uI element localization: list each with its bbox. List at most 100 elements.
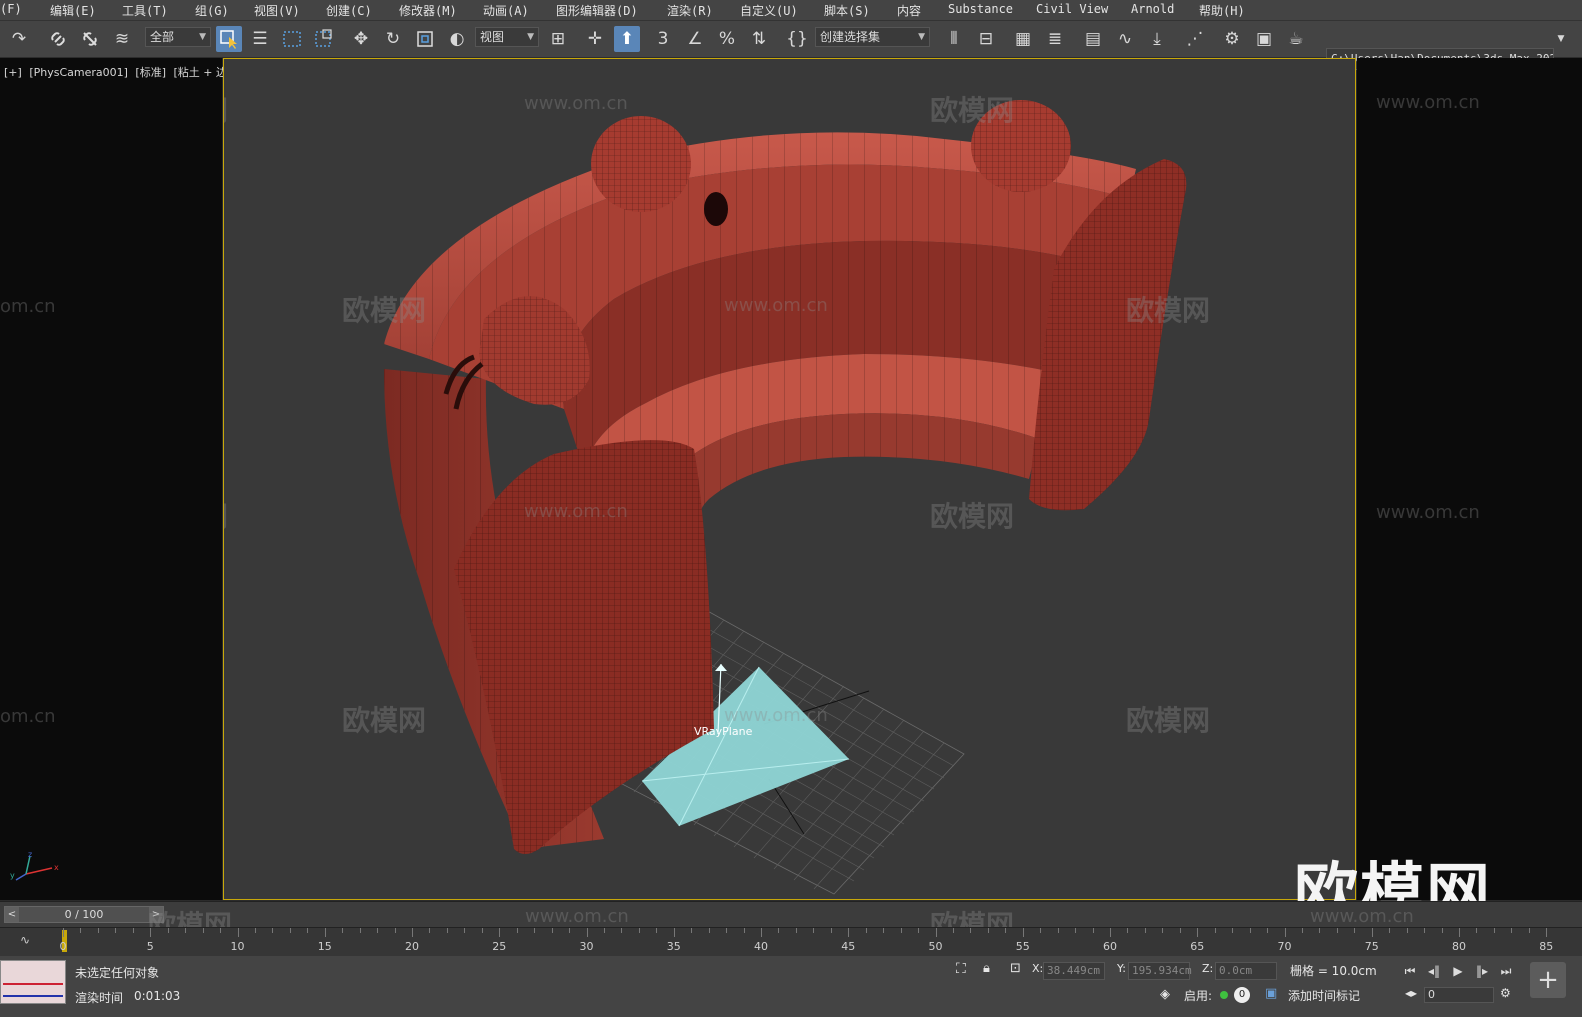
menu-help[interactable]: 帮助(H) [1199,2,1245,19]
track-bar[interactable]: ∿ 0 5 10 15 20 25 30 35 40 45 50 55 60 65 70 75 80 85 [0,927,1582,956]
add-time-tag-button[interactable]: 添加时间标记 [1288,987,1360,1004]
x-coord-field[interactable]: 38.449cm [1043,962,1105,980]
camera-viewport[interactable]: VRayPlane 欧模网 www.om.cn 欧模网 欧模网 www.om.c… [223,58,1356,900]
selection-filter-dropdown[interactable]: 全部 ▼ [145,27,211,47]
ruler-tick [761,928,762,937]
watermark-brand: 欧模网 [1126,294,1211,327]
render-production-icon[interactable]: ☕ [1283,26,1309,52]
prev-key-icon[interactable]: ◂‖ [1424,963,1444,979]
frame-step-arrows-icon[interactable]: ◂▸ [1405,986,1417,1000]
rect-selection-region-icon[interactable] [279,26,305,52]
keyboard-shortcut-override-icon[interactable]: ⬆ [614,26,640,52]
select-manipulate-icon[interactable]: ✛ [582,26,608,52]
menu-create[interactable]: 创建(C) [326,2,372,19]
viewport-menu-plus[interactable]: [+] [4,66,22,79]
placement-icon[interactable]: ◐ [444,26,470,52]
menu-customize[interactable]: 自定义(U) [740,2,798,19]
toggle-scene-explorer-icon[interactable]: ▦ [1010,26,1036,52]
adaptive-degradation-icon[interactable]: ◈ [1160,987,1170,1002]
curve-editor-icon[interactable]: ∿ [1112,26,1138,52]
ruler-tick [1005,928,1007,933]
next-key-icon[interactable]: ‖▸ [1472,963,1492,979]
toggle-layer-explorer-icon[interactable]: ≣ [1042,26,1068,52]
dope-sheet-icon[interactable]: ⤓ [1144,26,1170,52]
z-coord-field[interactable]: 0.0cm [1215,962,1277,980]
ruler-tick [1127,928,1129,933]
menu-animation[interactable]: 动画(A) [483,2,529,19]
menu-arnold[interactable]: Arnold [1131,2,1174,16]
toggle-ribbon-icon[interactable]: ▤ [1080,26,1106,52]
link-icon[interactable] [45,26,71,52]
angle-snap-icon[interactable]: ∠ [682,26,708,52]
percent-snap-icon[interactable]: % [714,26,740,52]
schematic-view-icon[interactable]: ⋰ [1182,26,1208,52]
menu-scripting[interactable]: 脚本(S) [824,2,870,19]
menu-graph-editors[interactable]: 图形编辑器(D) [556,2,638,19]
enable-count-badge[interactable]: 0 [1234,987,1250,1003]
reference-coord-dropdown[interactable]: 视图 ▼ [475,27,539,47]
play-icon[interactable]: ▶ [1448,963,1468,979]
ruler-tick [1075,928,1077,933]
axis-x-label: x [54,863,59,872]
menu-modifiers[interactable]: 修改器(M) [399,2,457,19]
menu-group[interactable]: 组(G) [195,2,229,19]
viewport-standard-label[interactable]: [标准] [135,66,166,79]
window-crossing-icon[interactable] [311,26,337,52]
ruler-tick [202,928,204,933]
rotate-icon[interactable]: ↻ [380,26,406,52]
current-frame-field[interactable]: 0 [1424,987,1494,1003]
axis-y-label: y [10,871,15,880]
absolute-mode-icon[interactable]: ⊡ [1010,961,1021,976]
prev-frame-button[interactable]: < [5,907,19,922]
bind-spacewarp-icon[interactable]: ≋ [109,26,135,52]
path-dropdown-arrow-icon[interactable]: ▼ [1552,26,1570,52]
select-object-icon[interactable] [216,26,242,52]
add-key-button[interactable]: + [1530,962,1566,998]
time-config-icon[interactable]: ⚙ [1500,986,1511,1000]
select-by-name-icon[interactable]: ☰ [247,26,273,52]
menu-civil-view[interactable]: Civil View [1036,2,1108,16]
menu-file[interactable]: (F) [0,2,22,16]
ruler-tick [1144,928,1146,933]
isolate-selection-icon[interactable]: ⛶ [956,961,966,977]
menu-substance[interactable]: Substance [948,2,1013,16]
ruler-tick [237,928,239,937]
menu-edit[interactable]: 编辑(E) [50,2,96,19]
edit-named-selection-icon[interactable]: {} [784,26,810,52]
y-coord-field[interactable]: 195.934cm [1128,962,1192,980]
maxscript-listener-mini[interactable] [0,960,66,1004]
menu-tools[interactable]: 工具(T) [122,2,168,19]
unlink-icon[interactable] [77,26,103,52]
ruler-tick [499,928,501,937]
mirror-icon[interactable]: ⫴ [941,26,967,52]
rendered-frame-window-icon[interactable]: ▣ [1251,26,1277,52]
named-selection-set-dropdown[interactable]: 创建选择集 ▼ [815,27,930,47]
ruler-tick [621,928,623,933]
viewport-label[interactable]: [+] [PhysCamera001] [标准] [粘土 + 边面] [4,64,246,80]
render-setup-icon[interactable]: ⚙ [1219,26,1245,52]
time-slider[interactable]: < 0 / 100 > [4,906,164,923]
decor-ball-left[interactable] [591,116,691,212]
ruler-tick [1249,928,1251,933]
watermark-url: www.om.cn [1310,906,1414,927]
spinner-snap-icon[interactable]: ⇅ [746,26,772,52]
ruler-tick [63,928,64,937]
goto-start-icon[interactable]: ⏮ [1400,963,1420,979]
viewport-camera-label[interactable]: [PhysCamera001] [29,66,128,79]
ruler-tick [743,928,745,933]
ruler-tick [516,928,518,933]
scale-icon[interactable] [412,26,438,52]
move-icon[interactable]: ✥ [348,26,374,52]
ruler-tick [638,928,640,933]
menu-content[interactable]: 内容 [897,2,921,19]
goto-end-icon[interactable]: ⏭ [1496,963,1516,979]
menu-views[interactable]: 视图(V) [254,2,300,19]
align-icon[interactable]: ⊟ [973,26,999,52]
snaps-toggle-icon[interactable]: 3 [650,26,676,52]
time-tag-icon[interactable]: ▣ [1265,986,1277,1001]
lock-selection-icon[interactable]: 🔒︎ [983,961,990,976]
menu-rendering[interactable]: 渲染(R) [667,2,713,19]
curve-editor-mini-icon[interactable]: ∿ [20,933,30,947]
pivot-center-icon[interactable]: ⊞ [545,26,571,52]
redo-icon[interactable]: ↷ [6,26,32,52]
